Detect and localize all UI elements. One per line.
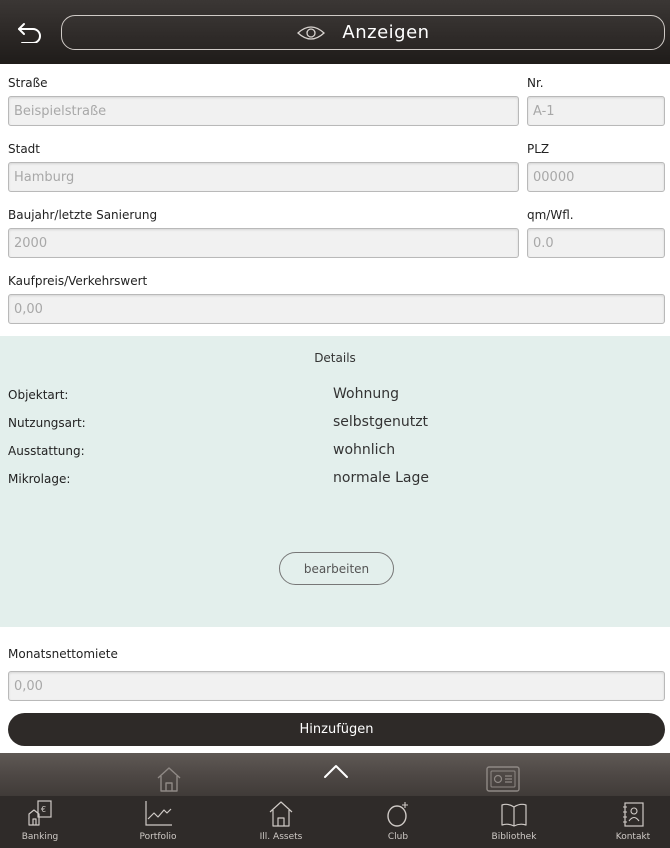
- house-icon: [266, 796, 296, 828]
- safe-icon[interactable]: [484, 765, 522, 793]
- detail-value-usage: selbstgenutzt: [333, 414, 429, 430]
- tab-label-portfolio: Portfolio: [139, 832, 177, 842]
- street-input[interactable]: [8, 96, 519, 126]
- title-bar: Anzeigen: [61, 15, 665, 50]
- back-button[interactable]: [10, 16, 46, 48]
- eye-icon: [296, 25, 326, 41]
- rent-label: Monatsnettomiete: [8, 647, 118, 661]
- ring-icon: [383, 796, 413, 828]
- price-label: Kaufpreis/Verkehrswert: [8, 274, 148, 288]
- tab-banking[interactable]: € Banking: [0, 796, 90, 848]
- detail-key-equipment: Ausstattung:: [8, 444, 85, 458]
- app-header: Anzeigen: [0, 0, 670, 64]
- tab-label-club: Club: [387, 832, 409, 842]
- tab-label-bibliothek: Bibliothek: [491, 832, 537, 842]
- svg-text:€: €: [41, 805, 46, 814]
- chart-line-icon: [143, 796, 173, 828]
- area-label: qm/Wfl.: [527, 208, 574, 222]
- year-input[interactable]: [8, 228, 519, 258]
- tab-ill-assets[interactable]: Ill. Assets: [231, 796, 331, 848]
- city-input[interactable]: [8, 162, 519, 192]
- edit-button[interactable]: bearbeiten: [279, 552, 394, 585]
- tab-label-ill-assets: Ill. Assets: [259, 832, 303, 842]
- tab-label-banking: Banking: [21, 832, 59, 842]
- details-panel: Details Objektart: Wohnung Nutzungsart: …: [0, 336, 670, 627]
- tab-bibliothek[interactable]: Bibliothek: [464, 796, 564, 848]
- add-button[interactable]: Hinzufügen: [8, 713, 665, 746]
- contact-book-icon: [618, 796, 648, 828]
- house-number-input[interactable]: [527, 96, 665, 126]
- tab-club[interactable]: Club: [348, 796, 448, 848]
- detail-value-object-type: Wohnung: [333, 386, 399, 402]
- detail-key-usage: Nutzungsart:: [8, 416, 86, 430]
- detail-key-micro-location: Mikrolage:: [8, 472, 71, 486]
- city-label: Stadt: [8, 142, 40, 156]
- house-number-label: Nr.: [527, 76, 544, 90]
- house-icon[interactable]: [155, 765, 183, 793]
- chevron-up-icon[interactable]: [322, 761, 350, 781]
- rent-input[interactable]: [8, 671, 665, 701]
- zip-input[interactable]: [527, 162, 665, 192]
- tab-label-kontakt: Kontakt: [615, 832, 651, 842]
- area-input[interactable]: [527, 228, 665, 258]
- bottom-tab-bar: € Banking Portfolio Ill. Assets Club Bib…: [0, 796, 670, 848]
- street-label: Straße: [8, 76, 48, 90]
- page-title: Anzeigen: [342, 22, 430, 43]
- details-title: Details: [314, 351, 356, 365]
- year-label: Baujahr/letzte Sanierung: [8, 208, 158, 222]
- price-input[interactable]: [8, 294, 665, 324]
- tab-portfolio[interactable]: Portfolio: [108, 796, 208, 848]
- tab-kontakt[interactable]: Kontakt: [583, 796, 670, 848]
- banking-icon: €: [25, 796, 55, 828]
- book-icon: [499, 796, 529, 828]
- quick-access-bar: [0, 753, 670, 796]
- detail-value-micro-location: normale Lage: [333, 470, 429, 486]
- back-arrow-icon: [18, 23, 41, 43]
- zip-label: PLZ: [527, 142, 550, 156]
- detail-key-object-type: Objektart:: [8, 388, 69, 402]
- detail-value-equipment: wohnlich: [333, 442, 396, 458]
